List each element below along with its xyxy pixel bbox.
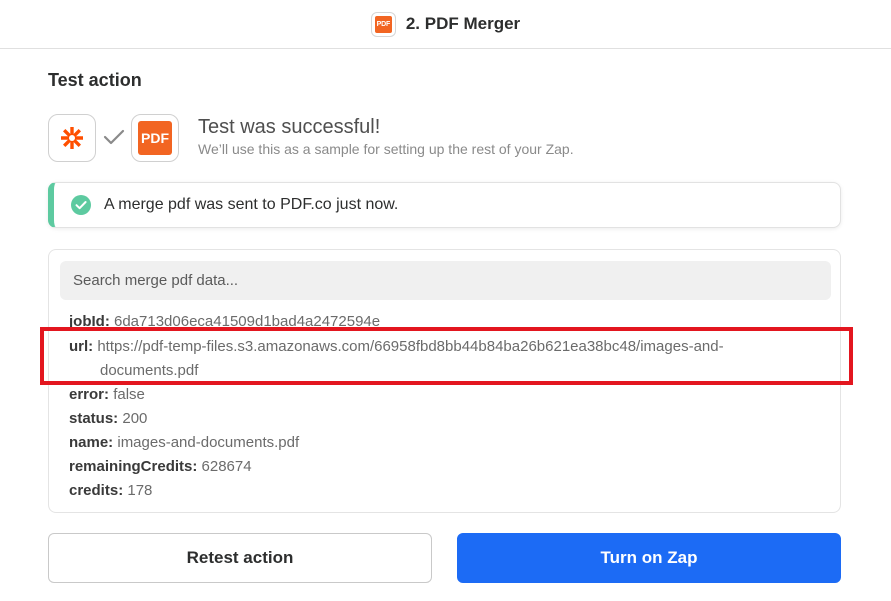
section-title: Test action	[48, 70, 142, 90]
check-icon	[103, 129, 125, 145]
field-key: error:	[69, 386, 110, 403]
header-bar: PDF 2. PDF Merger	[0, 0, 891, 49]
zapier-asterisk-icon	[48, 114, 96, 162]
field-row-remaining-credits: remainingCredits: 628674	[69, 455, 252, 479]
pdf-co-logo-label: PDF	[138, 121, 172, 155]
field-value: 6da713d06eca41509d1bad4a2472594e	[114, 313, 381, 330]
success-alert: A merge pdf was sent to PDF.co just now.	[48, 182, 841, 228]
field-value: images-and-documents.pdf	[117, 434, 300, 451]
field-value: 628674	[201, 458, 252, 475]
search-input[interactable]	[60, 261, 831, 300]
field-value: false	[113, 386, 145, 403]
field-value-line1: https://pdf-temp-files.s3.amazonaws.com/…	[97, 338, 724, 355]
field-value-line2: documents.pdf	[100, 362, 199, 379]
field-row-name: name: images-and-documents.pdf	[69, 431, 299, 455]
field-key: status:	[69, 410, 119, 427]
success-subtitle: We’ll use this as a sample for setting u…	[198, 141, 574, 157]
field-key: remainingCredits:	[69, 458, 198, 475]
check-circle-icon	[71, 195, 91, 215]
step-title: 2. PDF Merger	[405, 14, 521, 33]
data-panel: jobId: 6da713d06eca41509d1bad4a2472594e …	[48, 249, 841, 513]
pdf-app-logo-icon: PDF	[370, 11, 396, 37]
pdf-co-app-icon: PDF	[131, 114, 179, 162]
field-row-credits: credits: 178	[69, 479, 152, 503]
alert-message: A merge pdf was sent to PDF.co just now.	[104, 196, 399, 213]
header-title-group: PDF 2. PDF Merger	[370, 11, 521, 37]
retest-action-button[interactable]: Retest action	[48, 533, 432, 583]
field-row-error: error: false	[69, 383, 145, 407]
pdf-logo-label: PDF	[374, 15, 392, 33]
field-value: 178	[127, 482, 153, 499]
field-key: credits:	[69, 482, 124, 499]
field-key: jobId:	[69, 313, 110, 330]
turn-on-zap-button[interactable]: Turn on Zap	[457, 533, 841, 583]
field-key: url:	[69, 338, 94, 355]
field-key: name:	[69, 434, 114, 451]
success-title: Test was successful!	[198, 116, 381, 138]
field-row-url: url: https://pdf-temp-files.s3.amazonaws…	[69, 335, 779, 383]
field-row-jobid: jobId: 6da713d06eca41509d1bad4a2472594e	[69, 310, 380, 334]
field-row-status: status: 200	[69, 407, 147, 431]
field-value: 200	[122, 410, 148, 427]
